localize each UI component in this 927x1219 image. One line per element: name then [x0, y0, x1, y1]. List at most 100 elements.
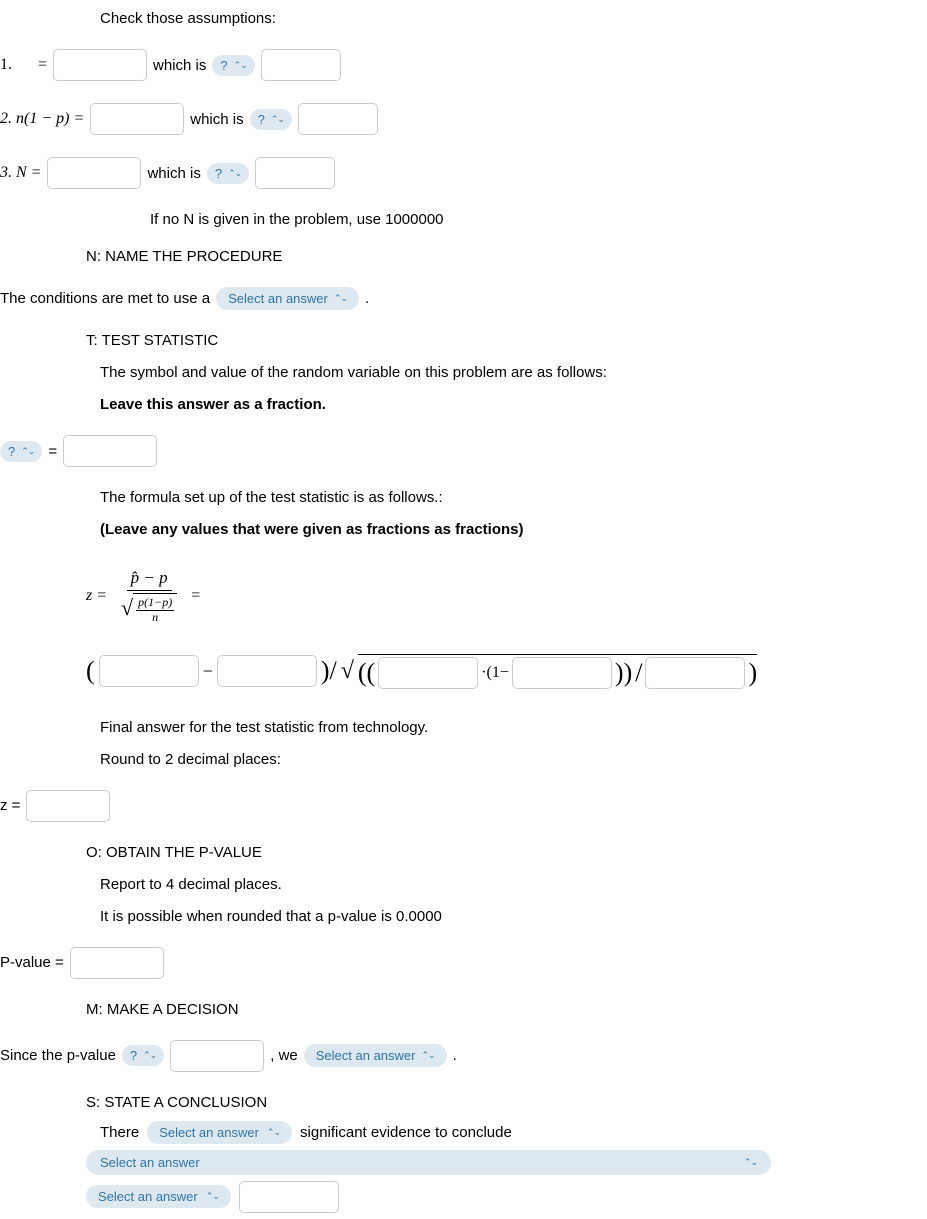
z-eq-label: z = [86, 587, 107, 605]
fractions-note2: (Leave any values that were given as fra… [100, 521, 857, 538]
pvalue-label: P-value = [0, 954, 64, 971]
conditions-text: The conditions are met to use a [0, 290, 210, 307]
qmark-1: ? [220, 58, 227, 73]
decision-row: Since the p-value ? ⌃⌄ , we Select an an… [0, 1040, 857, 1072]
since-text: Since the p-value [0, 1047, 116, 1064]
section-S-title: S: STATE A CONCLUSION [86, 1094, 857, 1111]
select-decision-label: Select an answer [316, 1048, 416, 1063]
input-rv-value[interactable] [63, 435, 157, 467]
input-p3[interactable] [512, 657, 612, 689]
select-is-isnot[interactable]: Select an answer ⌃⌄ [147, 1121, 292, 1144]
rv-value-row: ? ⌃⌄ = [0, 435, 857, 467]
updown-icon: ⌃⌄ [21, 447, 34, 456]
input-threshold-3[interactable] [255, 157, 335, 189]
select-is-label: Select an answer [159, 1125, 259, 1140]
select-conclusion-full[interactable]: Select an answer ⌃⌄ [86, 1150, 771, 1175]
p1p: p(1−p) [136, 596, 174, 610]
report-decimals: Report to 4 decimal places. [100, 876, 857, 893]
evidence-text: significant evidence to conclude [300, 1124, 512, 1141]
formula-setup-text: The formula set up of the test statistic… [100, 489, 857, 506]
assumption-3-row: 3. N = which is ? ⌃⌄ [0, 157, 857, 189]
final-paren: ) [748, 660, 757, 686]
denominator: √ p(1−p) n [117, 591, 181, 623]
minus-sign: − [203, 661, 213, 682]
select-symbol[interactable]: ? ⌃⌄ [0, 441, 42, 462]
updown-icon: ⌃⌄ [421, 1051, 434, 1060]
input-alpha[interactable] [170, 1040, 264, 1072]
mid-text: ·(1− [481, 664, 509, 682]
input-z[interactable] [26, 790, 110, 822]
conclusion-row-3: Select an answer ⌃⌄ [86, 1181, 857, 1213]
input-phat[interactable] [99, 655, 199, 687]
updown-icon: ⌃⌄ [271, 115, 284, 124]
input-p2[interactable] [378, 657, 478, 689]
qmark-2: ? [258, 112, 265, 127]
updown-icon: ⌃⌄ [267, 1128, 280, 1137]
input-conclusion-value[interactable] [239, 1181, 339, 1213]
select-conclusion-3[interactable]: Select an answer ⌃⌄ [86, 1185, 231, 1208]
rv-text: The symbol and value of the random varia… [100, 364, 857, 381]
section-O-title: O: OBTAIN THE P-VALUE [86, 844, 857, 861]
qmark-3: ? [215, 166, 222, 181]
label-1: 1. [0, 56, 12, 74]
select-compare-1[interactable]: ? ⌃⌄ [212, 55, 254, 76]
slash: / [635, 660, 642, 686]
select-decision[interactable]: Select an answer ⌃⌄ [304, 1044, 447, 1067]
section-T-title: T: TEST STATISTIC [86, 332, 857, 349]
pvalue-note: It is possible when rounded that a p-val… [100, 908, 857, 925]
input-threshold-1[interactable] [261, 49, 341, 81]
which-is-3: which is [147, 165, 200, 182]
note-bigN: If no N is given in the problem, use 100… [150, 211, 857, 228]
z-label: z = [0, 797, 20, 814]
sqrt-icon: √ [341, 659, 354, 683]
fraction-note: Leave this answer as a fraction. [100, 396, 857, 413]
updown-icon: ⌃⌄ [334, 294, 347, 303]
z-formula-display: z = p̂ − p √ p(1−p) n = [86, 568, 857, 624]
select-compare-3[interactable]: ? ⌃⌄ [207, 163, 249, 184]
updown-icon: ⌃⌄ [744, 1158, 757, 1167]
input-np[interactable] [53, 49, 147, 81]
label-3: 3. N = [0, 164, 41, 182]
paren-close-div: )/ [321, 658, 337, 684]
final-answer-text: Final answer for the test statistic from… [100, 719, 857, 736]
z-fraction: p̂ − p √ p(1−p) n [117, 568, 181, 624]
select-conc3-label: Select an answer [98, 1189, 198, 1204]
select-pvalue-compare[interactable]: ? ⌃⌄ [122, 1045, 164, 1066]
select-procedure-label: Select an answer [228, 291, 328, 306]
label-2: 2. n(1 − p) = [0, 110, 84, 128]
input-p[interactable] [217, 655, 317, 687]
assumption-1-row: 1. = which is ? ⌃⌄ [0, 49, 857, 81]
dparen: (( [358, 660, 375, 686]
updown-icon: ⌃⌄ [228, 169, 241, 178]
procedure-row: The conditions are met to use a Select a… [0, 287, 857, 310]
section-M-title: M: MAKE A DECISION [86, 1001, 857, 1018]
phat-minus-p: p̂ − p [127, 568, 172, 591]
n-denom: n [150, 611, 160, 624]
updown-icon: ⌃⌄ [143, 1051, 156, 1060]
paren-open: ( [86, 658, 95, 684]
pvalue-row: P-value = [0, 947, 857, 979]
eq-symbol: = [48, 443, 57, 460]
conclusion-row-1: There Select an answer ⌃⌄ significant ev… [100, 1121, 857, 1144]
which-is-2: which is [190, 111, 243, 128]
select-procedure[interactable]: Select an answer ⌃⌄ [216, 287, 359, 310]
equals-formula: = [191, 587, 200, 605]
select-conclusion-label: Select an answer [100, 1155, 200, 1170]
section-N-title: N: NAME THE PROCEDURE [86, 248, 857, 265]
assumption-2-row: 2. n(1 − p) = which is ? ⌃⌄ [0, 103, 857, 135]
qmark-pv: ? [130, 1048, 137, 1063]
close2: )) [615, 660, 632, 686]
z-formula-inputs: ( − )/ √ (( ·(1− )) / ) [86, 654, 857, 689]
equals-1: = [38, 56, 47, 74]
input-n1p[interactable] [90, 103, 184, 135]
select-compare-2[interactable]: ? ⌃⌄ [250, 109, 292, 130]
dot: . [365, 290, 369, 307]
input-n[interactable] [645, 657, 745, 689]
round-text: Round to 2 decimal places: [100, 751, 857, 768]
input-pvalue[interactable] [70, 947, 164, 979]
input-bigN[interactable] [47, 157, 141, 189]
input-threshold-2[interactable] [298, 103, 378, 135]
which-is-1: which is [153, 57, 206, 74]
there-text: There [100, 1124, 139, 1141]
z-value-row: z = [0, 790, 857, 822]
